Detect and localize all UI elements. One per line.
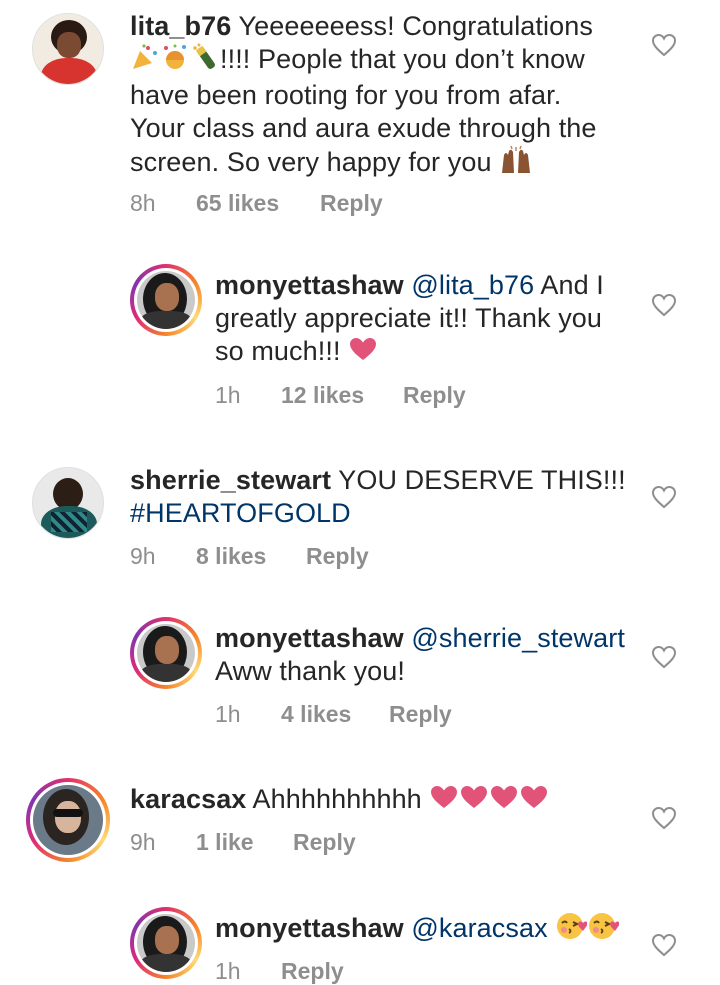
comment-time: 1h bbox=[215, 958, 241, 984]
comment-text: sherrie_stewart YOU DESERVE THIS!!! #HEA… bbox=[130, 465, 626, 528]
comment-username[interactable]: karacsax bbox=[130, 784, 246, 814]
like-heart-icon[interactable] bbox=[651, 806, 677, 830]
reply-monyettashaw-1: monyettashaw @lita_b76 And I greatly app… bbox=[0, 250, 720, 430]
comment-time: 1h bbox=[215, 701, 241, 727]
heart-emoji-icon bbox=[519, 784, 549, 818]
comment-time: 9h bbox=[130, 543, 156, 569]
comment-username[interactable]: monyettashaw bbox=[215, 623, 404, 653]
comment-username[interactable]: lita_b76 bbox=[130, 11, 231, 41]
like-heart-icon[interactable] bbox=[651, 485, 677, 509]
comment-time: 8h bbox=[130, 190, 156, 216]
avatar[interactable] bbox=[130, 617, 202, 689]
likes-count[interactable]: 8 likes bbox=[196, 543, 306, 570]
confetti-ball-icon bbox=[160, 43, 190, 79]
reply-button[interactable]: Reply bbox=[403, 382, 466, 409]
comment-sherrie-stewart: sherrie_stewart YOU DESERVE THIS!!! #HEA… bbox=[0, 455, 720, 595]
avatar[interactable] bbox=[130, 907, 202, 979]
heart-emoji-icon bbox=[429, 784, 459, 818]
party-popper-icon bbox=[130, 43, 160, 79]
kissing-face-icon bbox=[587, 911, 621, 949]
avatar[interactable] bbox=[130, 264, 202, 336]
comment-text: monyettashaw @karacsax bbox=[215, 911, 655, 949]
reply-button[interactable]: Reply bbox=[389, 701, 452, 728]
like-heart-icon[interactable] bbox=[651, 933, 677, 957]
reply-button[interactable]: Reply bbox=[306, 543, 369, 570]
comment-text: monyettashaw @sherrie_stewart Aww thank … bbox=[215, 623, 625, 686]
champagne-bottle-icon bbox=[190, 43, 220, 79]
comment-meta: 8h 65 likes Reply bbox=[130, 190, 383, 217]
kissing-face-icon bbox=[555, 911, 589, 949]
comment-meta: 1h Reply bbox=[215, 958, 344, 985]
like-heart-icon[interactable] bbox=[651, 645, 677, 669]
comment-lita-b76: lita_b76 Yeeeeeeess! Congratulations !!!… bbox=[0, 0, 720, 230]
comment-karacsax: karacsax Ahhhhhhhhhh 9h 1 like Reply bbox=[0, 770, 720, 870]
comment-meta: 9h 8 likes Reply bbox=[130, 543, 369, 570]
like-heart-icon[interactable] bbox=[651, 33, 677, 57]
reply-button[interactable]: Reply bbox=[320, 190, 383, 217]
comment-username[interactable]: sherrie_stewart bbox=[130, 465, 331, 495]
reply-button[interactable]: Reply bbox=[281, 958, 344, 985]
likes-count[interactable]: 1 like bbox=[196, 829, 293, 856]
comment-meta: 1h 4 likes Reply bbox=[215, 701, 452, 728]
raising-hands-icon bbox=[499, 145, 533, 183]
heart-emoji-icon bbox=[459, 784, 489, 818]
heart-emoji-icon bbox=[489, 784, 519, 818]
comment-text: monyettashaw @lita_b76 And I greatly app… bbox=[215, 269, 655, 370]
avatar[interactable] bbox=[32, 467, 104, 539]
reply-monyettashaw-3: monyettashaw @karacsax 1h Reply bbox=[0, 895, 720, 985]
comment-time: 1h bbox=[215, 382, 241, 408]
heart-emoji-icon bbox=[348, 336, 378, 370]
mention-link[interactable]: @lita_b76 bbox=[411, 270, 534, 300]
likes-count[interactable]: 4 likes bbox=[281, 701, 389, 728]
comment-username[interactable]: monyettashaw bbox=[215, 913, 404, 943]
comment-meta: 9h 1 like Reply bbox=[130, 829, 356, 856]
likes-count[interactable]: 65 likes bbox=[196, 190, 320, 217]
comment-text: lita_b76 Yeeeeeeess! Congratulations !!!… bbox=[130, 10, 650, 183]
hashtag-link[interactable]: #HEARTOFGOLD bbox=[130, 498, 351, 528]
comment-time: 9h bbox=[130, 829, 156, 855]
like-heart-icon[interactable] bbox=[651, 293, 677, 317]
reply-button[interactable]: Reply bbox=[293, 829, 356, 856]
reply-monyettashaw-2: monyettashaw @sherrie_stewart Aww thank … bbox=[0, 605, 720, 745]
comment-username[interactable]: monyettashaw bbox=[215, 270, 404, 300]
mention-link[interactable]: @karacsax bbox=[411, 913, 547, 943]
avatar[interactable] bbox=[32, 13, 104, 85]
comment-text: karacsax Ahhhhhhhhhh bbox=[130, 783, 650, 818]
comment-meta: 1h 12 likes Reply bbox=[215, 382, 466, 409]
avatar[interactable] bbox=[26, 778, 110, 862]
likes-count[interactable]: 12 likes bbox=[281, 382, 403, 409]
mention-link[interactable]: @sherrie_stewart bbox=[411, 623, 625, 653]
